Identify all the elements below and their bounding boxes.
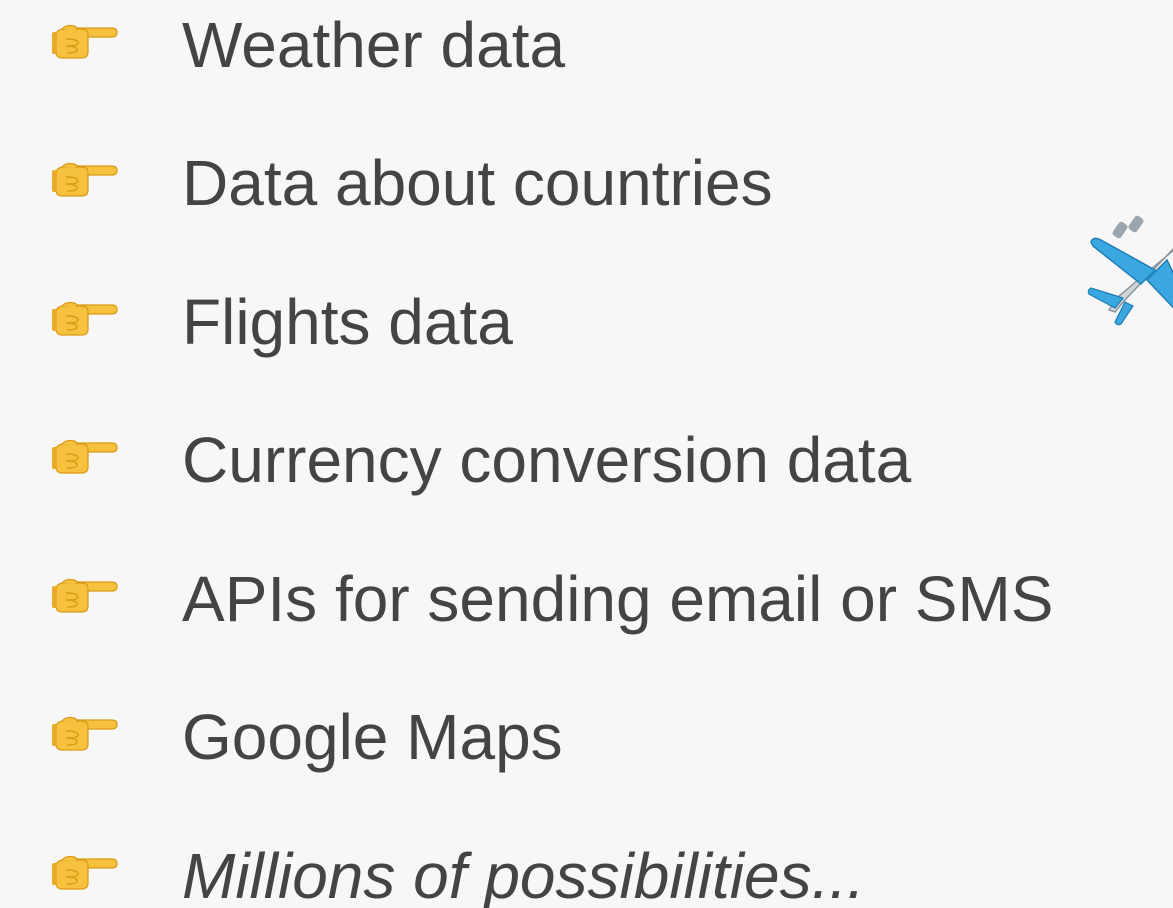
pointing-hand-icon [52, 576, 118, 614]
list-item: Flights data [0, 272, 1173, 372]
list-item: APIs for sending email or SMS [0, 549, 1173, 649]
list-item: Data about countries [0, 133, 1173, 233]
list-item: Millions of possibilities... [0, 826, 1173, 908]
item-label: Google Maps [182, 701, 563, 773]
pointing-hand-icon [52, 299, 118, 337]
item-label: Millions of possibilities... [182, 840, 865, 908]
pointing-hand-icon [52, 853, 118, 891]
pointing-hand-icon [52, 437, 118, 475]
pointing-hand-icon [52, 22, 118, 60]
list-item: Weather data [0, 0, 1173, 95]
item-label: Flights data [182, 286, 513, 358]
pointing-hand-icon [52, 714, 118, 752]
item-label: Weather data [182, 9, 566, 81]
list-item: Google Maps [0, 687, 1173, 787]
item-label: Currency conversion data [182, 424, 912, 496]
list-item: Currency conversion data [0, 410, 1173, 510]
slide: Weather data Data about countries Flight… [0, 0, 1173, 908]
pointing-hand-icon [52, 160, 118, 198]
airplane-icon [1087, 215, 1173, 326]
item-label: APIs for sending email or SMS [182, 563, 1054, 635]
item-label: Data about countries [182, 147, 773, 219]
